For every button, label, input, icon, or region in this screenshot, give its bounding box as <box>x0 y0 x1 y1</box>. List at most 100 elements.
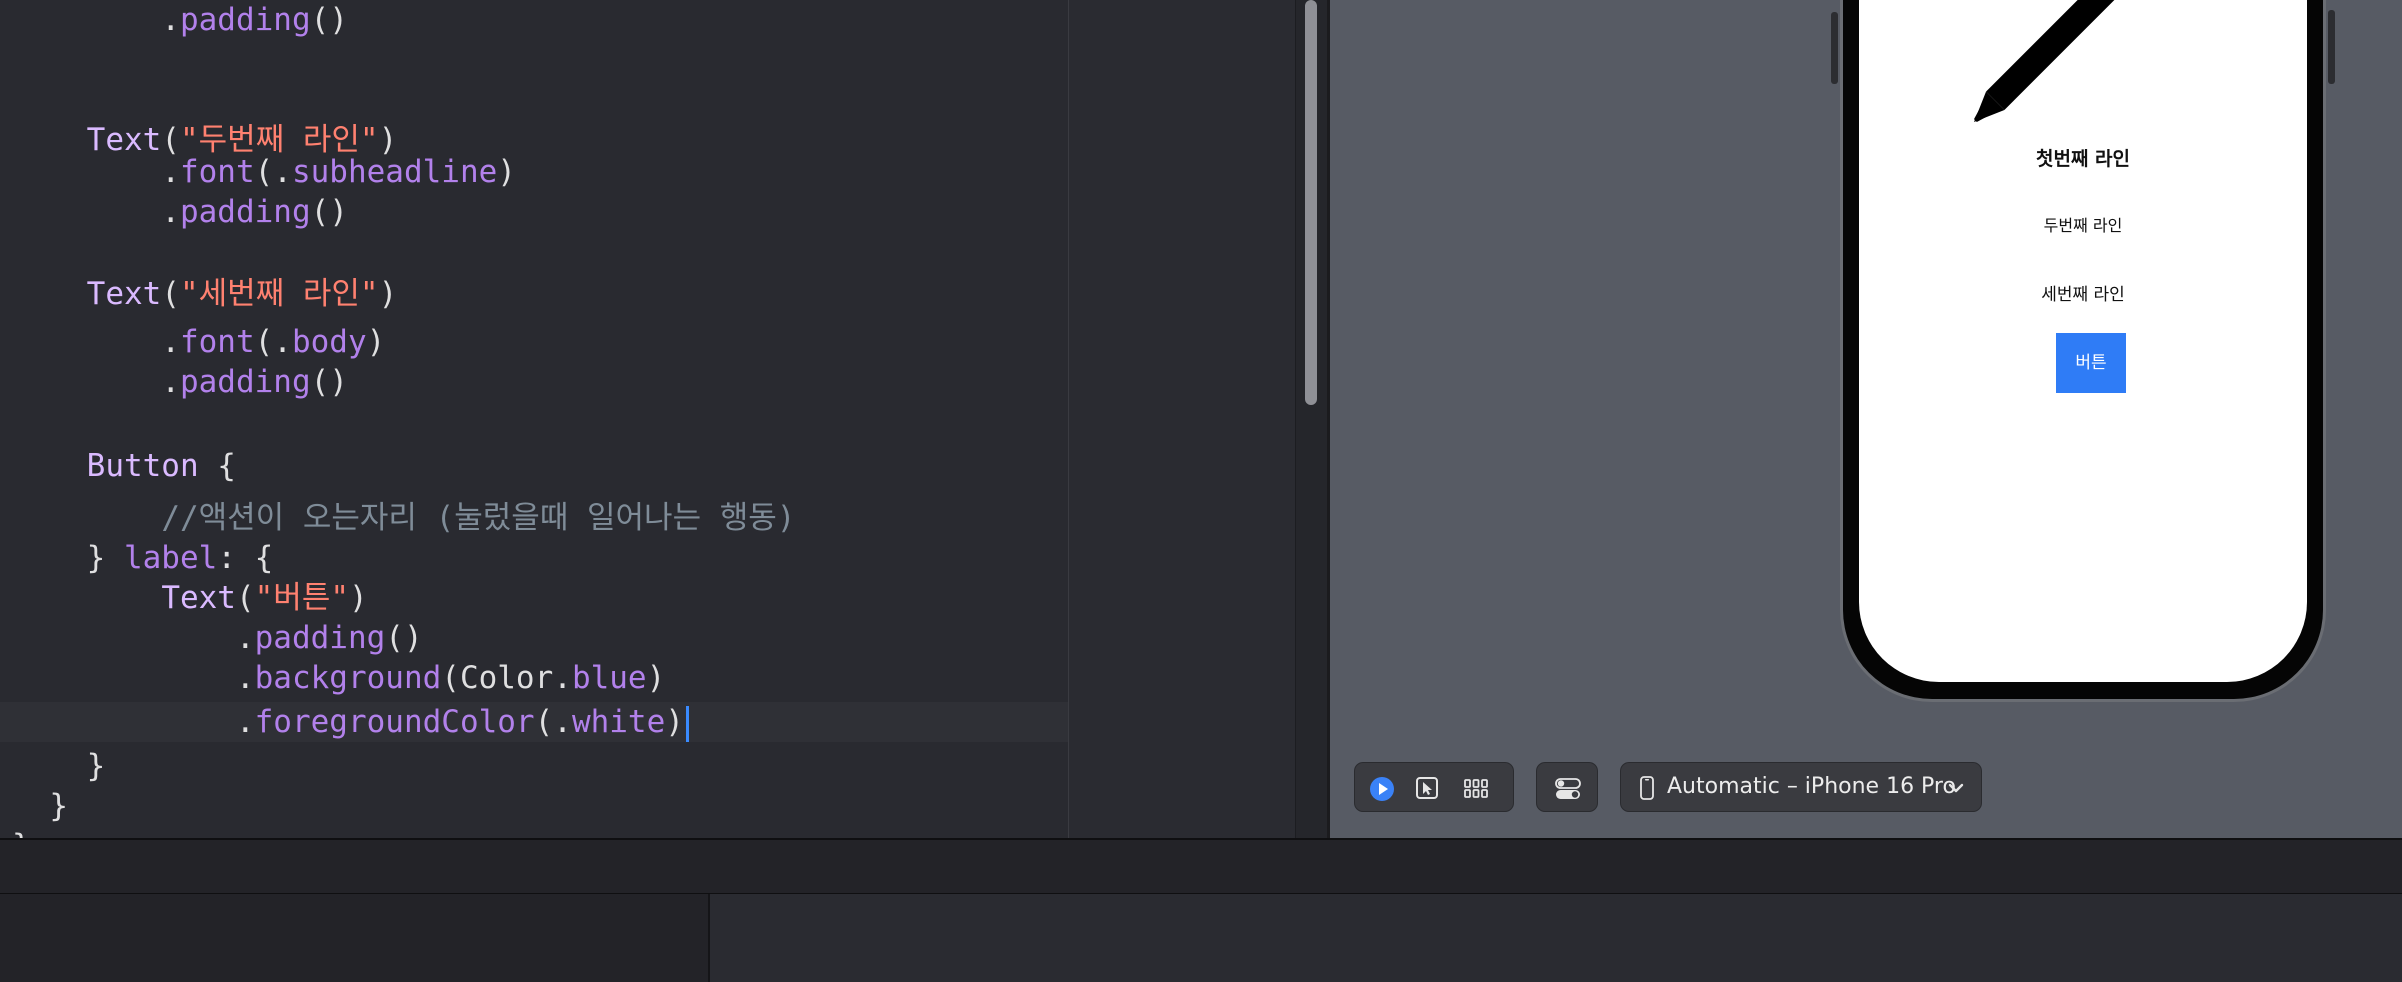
code-token-plain: ) <box>349 580 368 616</box>
code-token-member: label <box>123 540 218 576</box>
code-line[interactable] <box>0 80 12 120</box>
code-token-plain: . <box>161 194 180 230</box>
code-token-member: padding <box>179 194 311 230</box>
code-token-plain: () <box>310 194 348 230</box>
code-token-member: background <box>254 660 442 696</box>
code-line[interactable]: Text("버튼") <box>0 578 368 618</box>
debug-bar <box>0 838 2402 894</box>
code-token-plain: ) <box>665 704 684 740</box>
code-line[interactable] <box>0 404 12 444</box>
code-line[interactable]: } <box>0 786 68 826</box>
code-token-plain: (. <box>534 704 572 740</box>
preview-text-line3: 세번째 라인 <box>2041 285 2125 305</box>
device-settings-button[interactable] <box>1536 762 1598 812</box>
code-line[interactable]: } label: { <box>0 538 274 578</box>
device-selector-label: Automatic – iPhone 16 Pro <box>1667 774 1956 799</box>
code-line[interactable]: .padding() <box>0 618 423 658</box>
code-line[interactable]: .background(Color.blue) <box>0 658 665 698</box>
code-token-plain: (. <box>254 154 292 190</box>
code-token-member: padding <box>179 364 311 400</box>
pencil-icon <box>1974 0 2192 122</box>
cursor-select-icon[interactable] <box>1415 776 1439 800</box>
code-line-current[interactable]: .foregroundColor(.white) <box>0 702 1068 742</box>
phone-screen: 첫번째 라인 두번째 라인 세번째 라인 버튼 <box>1859 0 2307 682</box>
code-line[interactable]: Button { <box>0 446 236 486</box>
code-token-member: body <box>291 324 367 360</box>
editor-scrollbar-thumb[interactable] <box>1305 0 1317 405</box>
code-token-plain: ( <box>235 580 255 616</box>
code-line[interactable]: } <box>0 826 31 838</box>
code-token-plain: (Color. <box>441 660 572 696</box>
code-line[interactable]: .padding() <box>0 0 348 40</box>
code-line[interactable]: .font(.body) <box>0 322 385 362</box>
code-token-plain: ) <box>366 324 386 360</box>
preview-button[interactable]: 버튼 <box>2056 333 2126 393</box>
code-token-type: Text <box>161 580 236 616</box>
console-output <box>710 894 2402 982</box>
code-token-plain: : { <box>217 540 274 576</box>
code-token-plain: () <box>310 2 348 38</box>
iphone-icon <box>1639 776 1663 800</box>
code-token-member: padding <box>254 620 386 656</box>
code-line[interactable]: .padding() <box>0 192 348 232</box>
code-token-plain: } <box>86 748 106 784</box>
code-token-plain: () <box>310 364 348 400</box>
preview-text-line2: 두번째 라인 <box>2043 216 2123 235</box>
code-token-plain: . <box>235 660 255 696</box>
code-token-plain: } <box>49 788 68 824</box>
code-token-plain: (. <box>254 324 292 360</box>
code-token-member: white <box>571 704 666 740</box>
code-token-plain: ) <box>378 276 398 312</box>
code-token-member: font <box>179 324 255 360</box>
code-line[interactable]: //액션이 오는자리 (눌렀을때 일어나는 행동) <box>0 498 795 538</box>
code-token-cmt: //액션이 오는자리 (눌렀을때 일어나는 행동) <box>161 500 796 536</box>
code-token-member: padding <box>179 2 311 38</box>
code-token-plain: ) <box>497 154 516 190</box>
code-line[interactable]: .padding() <box>0 362 348 402</box>
code-token-str: "세번째 라인" <box>179 276 379 312</box>
code-token-member: font <box>179 154 255 190</box>
code-token-plain: ) <box>646 660 666 696</box>
text-caret <box>685 705 689 742</box>
code-line[interactable]: Text("세번째 라인") <box>0 274 398 314</box>
code-token-plain: . <box>161 364 180 400</box>
device-settings-icon <box>1554 776 1581 800</box>
code-token-plain: } <box>12 828 31 838</box>
code-line[interactable]: .font(.subheadline) <box>0 152 516 192</box>
preview-mode-group <box>1354 762 1514 812</box>
code-token-plain: } <box>86 540 124 576</box>
phone-side-button-right <box>2328 10 2335 84</box>
code-line[interactable]: } <box>0 746 106 786</box>
grid-variants-icon[interactable] <box>1463 776 1488 800</box>
code-token-plain: . <box>161 2 180 38</box>
code-token-plain: . <box>161 324 180 360</box>
code-token-plain: { <box>198 448 236 484</box>
code-line[interactable] <box>0 232 12 272</box>
chevron-down-icon <box>1946 778 1970 802</box>
code-token-plain: . <box>235 620 255 656</box>
minimap[interactable] <box>1069 0 1295 838</box>
code-editor[interactable]: .padding() Text("두번째 라인") .font(.subhead… <box>0 0 1068 838</box>
device-selector[interactable]: Automatic – iPhone 16 Pro <box>1620 762 1982 812</box>
code-token-type: Text <box>86 276 162 312</box>
play-circle-icon[interactable] <box>1369 776 1394 801</box>
code-token-member: blue <box>571 660 647 696</box>
code-token-member: subheadline <box>291 154 498 190</box>
code-token-plain: . <box>235 704 255 740</box>
code-token-plain: . <box>161 154 180 190</box>
